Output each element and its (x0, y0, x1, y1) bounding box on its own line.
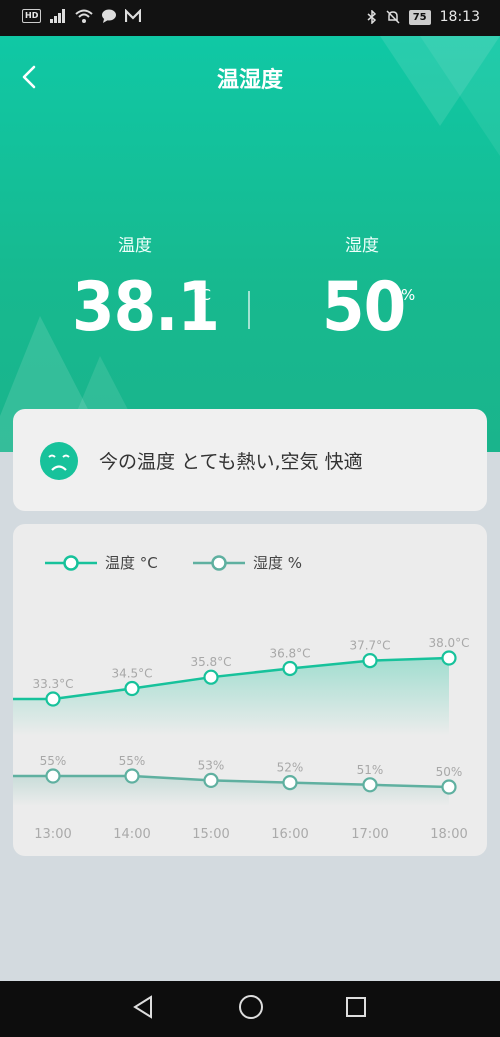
comfort-status-text: 今の温度 とても熱い,空気 快適 (99, 451, 363, 473)
humidity-point (441, 779, 457, 795)
mute-bell-icon (386, 10, 400, 24)
status-bar-left: HD (22, 9, 142, 23)
history-chart-card: 温度 °C 湿度 % 33.3°C 34.5°C 35.8°C 36.8°C 37.7°… (13, 524, 487, 856)
header-panel: 温湿度 温度 38.1 °C 湿度 50 % (0, 36, 500, 452)
temperature-point (45, 691, 61, 707)
temperature-point (124, 680, 140, 697)
temperature-value: 38.1 (72, 268, 220, 347)
temperature-point (203, 669, 219, 685)
humidity-data-label: 55% (40, 754, 67, 768)
nav-back-icon[interactable] (131, 993, 155, 1021)
value-divider (248, 291, 250, 329)
status-bar-right: 75 18:13 (367, 9, 480, 25)
system-nav-bar (0, 981, 500, 1037)
temperature-label: 温度 (118, 236, 152, 256)
comfort-status-card: 今の温度 とても熱い,空気 快適 (13, 409, 487, 511)
x-tick-label: 15:00 (192, 827, 229, 842)
x-tick-label: 16:00 (271, 827, 308, 842)
humidity-point (203, 772, 219, 788)
status-bar: HD 75 18:13 (0, 0, 500, 36)
humidity-point (124, 768, 140, 784)
temperature-point (282, 660, 298, 677)
humidity-point (362, 777, 378, 793)
temperature-data-label: 34.5°C (111, 667, 152, 681)
x-tick-label: 13:00 (34, 827, 71, 842)
temperature-area (13, 658, 449, 736)
nav-home-icon[interactable] (237, 993, 265, 1021)
humidity-data-label: 52% (277, 761, 304, 775)
line-chart: 33.3°C 34.5°C 35.8°C 36.8°C 37.7°C 38.0°C 55% 5… (13, 636, 470, 842)
hd-indicator: HD (22, 9, 42, 23)
clock: 18:13 (439, 9, 480, 25)
x-tick-label: 14:00 (113, 827, 150, 842)
x-tick-label: 18:00 (430, 827, 467, 842)
temperature-data-label: 35.8°C (190, 655, 231, 669)
battery-indicator: 75 (408, 9, 431, 25)
decorative-triangles (0, 36, 500, 452)
sad-face-icon (40, 442, 78, 480)
humidity-point (45, 768, 61, 784)
temperature-data-label: 38.0°C (428, 636, 469, 650)
humidity-data-label: 51% (357, 763, 384, 777)
mail-icon (125, 9, 142, 22)
page-title: 温湿度 (216, 68, 283, 93)
humidity-data-label: 50% (436, 765, 463, 779)
temperature-data-label: 33.3°C (32, 677, 73, 691)
bluetooth-icon (367, 10, 376, 24)
nav-recents-icon[interactable] (344, 993, 368, 1021)
chat-icon (102, 9, 117, 23)
wifi-icon (75, 9, 94, 23)
temperature-data-label: 36.8°C (269, 646, 310, 660)
temperature-point (441, 650, 457, 666)
humidity-data-label: 53% (198, 758, 225, 772)
humidity-unit: % (401, 286, 416, 304)
x-tick-label: 17:00 (351, 827, 388, 842)
temperature-unit: °C (193, 286, 211, 304)
temperature-data-label: 37.7°C (349, 639, 390, 653)
humidity-point (282, 775, 298, 791)
humidity-data-label: 55% (119, 754, 146, 768)
signal-icon (50, 9, 66, 23)
temperature-point (362, 653, 378, 669)
humidity-value: 50 (322, 268, 406, 347)
humidity-label: 湿度 (345, 236, 379, 256)
